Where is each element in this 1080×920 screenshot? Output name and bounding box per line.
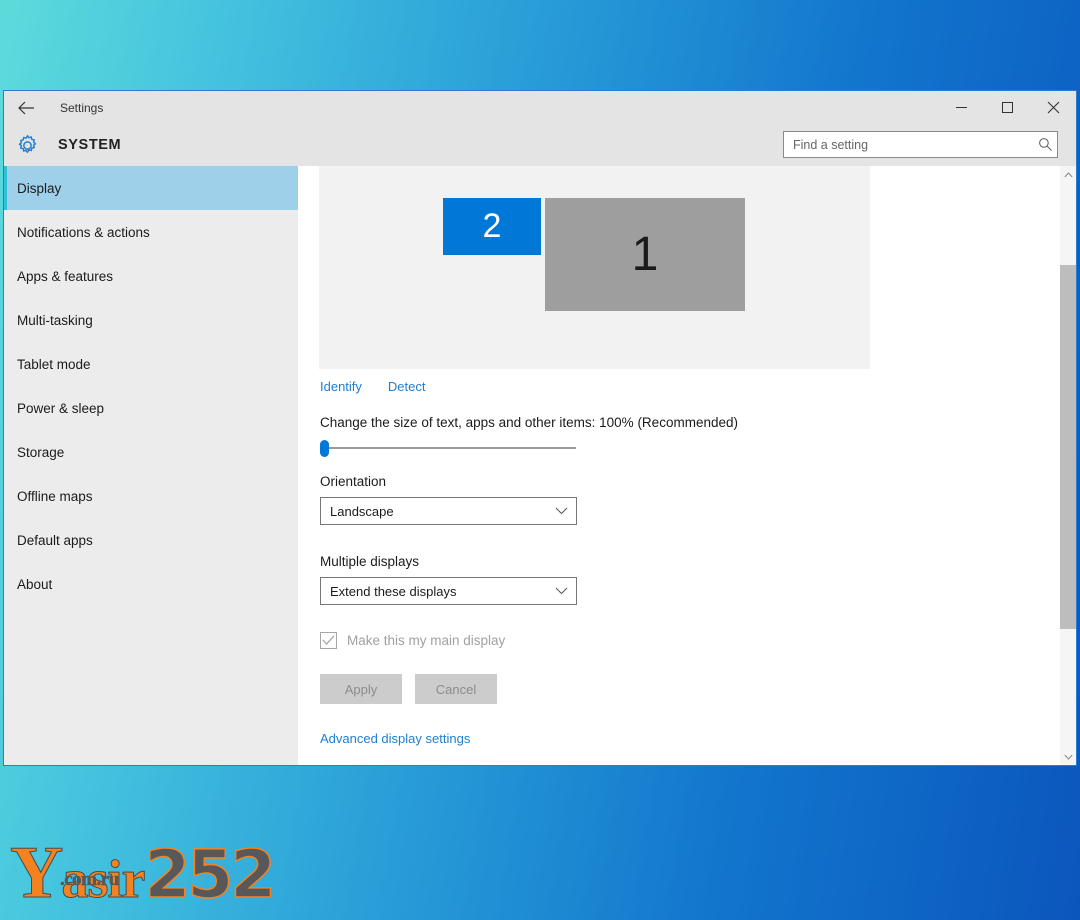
monitor-tile-1[interactable]: 1: [545, 198, 745, 311]
watermark-number: 252: [144, 836, 277, 913]
page-title: SYSTEM: [58, 137, 122, 153]
sidebar-item-storage[interactable]: Storage: [4, 430, 298, 474]
sidebar-item-label: Default apps: [17, 532, 93, 548]
sidebar: Display Notifications & actions Apps & f…: [4, 166, 298, 765]
sidebar-item-label: About: [17, 576, 53, 592]
display-arrangement-preview[interactable]: 2 1: [319, 166, 870, 369]
close-button[interactable]: [1030, 91, 1076, 124]
sidebar-item-label: Power & sleep: [17, 400, 105, 416]
window-body: Display Notifications & actions Apps & f…: [4, 166, 1076, 765]
back-arrow-icon: [17, 101, 34, 114]
sidebar-item-tablet-mode[interactable]: Tablet mode: [4, 342, 298, 386]
detect-link[interactable]: Detect: [388, 379, 426, 394]
watermark-domain: .com.ru: [60, 869, 120, 890]
sidebar-item-label: Tablet mode: [17, 356, 91, 372]
main-display-checkbox-row[interactable]: Make this my main display: [320, 632, 505, 649]
apply-button[interactable]: Apply: [320, 674, 402, 704]
sidebar-item-multi-tasking[interactable]: Multi-tasking: [4, 298, 298, 342]
sidebar-item-notifications-actions[interactable]: Notifications & actions: [4, 210, 298, 254]
slider-track: [326, 447, 576, 449]
advanced-display-settings-link[interactable]: Advanced display settings: [320, 731, 470, 746]
monitor-tile-2[interactable]: 2: [443, 198, 541, 255]
chevron-down-icon: [546, 507, 576, 515]
back-button[interactable]: [4, 91, 48, 124]
main-display-checkbox[interactable]: [320, 632, 337, 649]
chevron-down-icon: [546, 587, 576, 595]
window-title: Settings: [60, 100, 104, 115]
main-display-checkbox-label: Make this my main display: [347, 633, 506, 648]
orientation-label: Orientation: [320, 474, 387, 489]
scale-label: Change the size of text, apps and other …: [320, 415, 738, 430]
identify-link[interactable]: Identify: [320, 379, 362, 394]
multiple-displays-value: Extend these displays: [330, 583, 457, 599]
sidebar-item-about[interactable]: About: [4, 562, 298, 606]
sidebar-item-label: Display: [17, 180, 62, 196]
slider-thumb[interactable]: [320, 440, 329, 457]
site-watermark: Yasir252 .com.ru: [9, 836, 277, 913]
multiple-displays-label: Multiple displays: [320, 554, 420, 569]
scale-slider[interactable]: [320, 438, 578, 458]
sidebar-item-label: Offline maps: [17, 488, 93, 504]
sidebar-item-label: Storage: [17, 444, 65, 460]
window-controls: [938, 91, 1076, 124]
scroll-up-icon[interactable]: [1060, 166, 1076, 183]
action-buttons: Apply Cancel: [320, 674, 497, 704]
title-bar: Settings: [4, 91, 1076, 124]
minimize-button[interactable]: [938, 91, 984, 124]
preview-action-links: Identify Detect: [320, 379, 426, 394]
settings-window: Settings SYSTEM Find a setting Display N…: [3, 90, 1077, 766]
scroll-down-icon[interactable]: [1060, 748, 1076, 765]
cancel-button[interactable]: Cancel: [415, 674, 497, 704]
orientation-select[interactable]: Landscape: [320, 497, 577, 525]
maximize-icon: [1001, 102, 1013, 113]
vertical-scrollbar[interactable]: [1060, 166, 1076, 765]
maximize-button[interactable]: [984, 91, 1030, 124]
checkmark-icon: [322, 635, 335, 645]
sidebar-item-display[interactable]: Display: [4, 166, 298, 210]
scrollbar-thumb[interactable]: [1060, 265, 1076, 629]
sidebar-item-label: Notifications & actions: [17, 224, 150, 240]
sidebar-item-apps-features[interactable]: Apps & features: [4, 254, 298, 298]
search-input[interactable]: [784, 137, 1033, 152]
search-box[interactable]: [783, 131, 1058, 158]
main-content: 2 1 Identify Detect Change the size of t…: [298, 166, 1076, 765]
monitor-number: 1: [631, 228, 659, 281]
header-bar: SYSTEM: [4, 124, 1076, 166]
sidebar-item-power-sleep[interactable]: Power & sleep: [4, 386, 298, 430]
sidebar-item-offline-maps[interactable]: Offline maps: [4, 474, 298, 518]
multiple-displays-select[interactable]: Extend these displays: [320, 577, 577, 605]
search-icon: [1033, 137, 1057, 152]
sidebar-item-label: Multi-tasking: [17, 312, 93, 328]
minimize-icon: [955, 107, 967, 108]
sidebar-item-label: Apps & features: [17, 268, 114, 284]
watermark-letter: Y: [9, 832, 63, 914]
close-icon: [1047, 101, 1059, 114]
scrollbar-track[interactable]: [1060, 183, 1076, 748]
sidebar-item-default-apps[interactable]: Default apps: [4, 518, 298, 562]
monitor-number: 2: [482, 207, 502, 245]
gear-icon: [4, 134, 50, 157]
orientation-value: Landscape: [330, 503, 394, 519]
